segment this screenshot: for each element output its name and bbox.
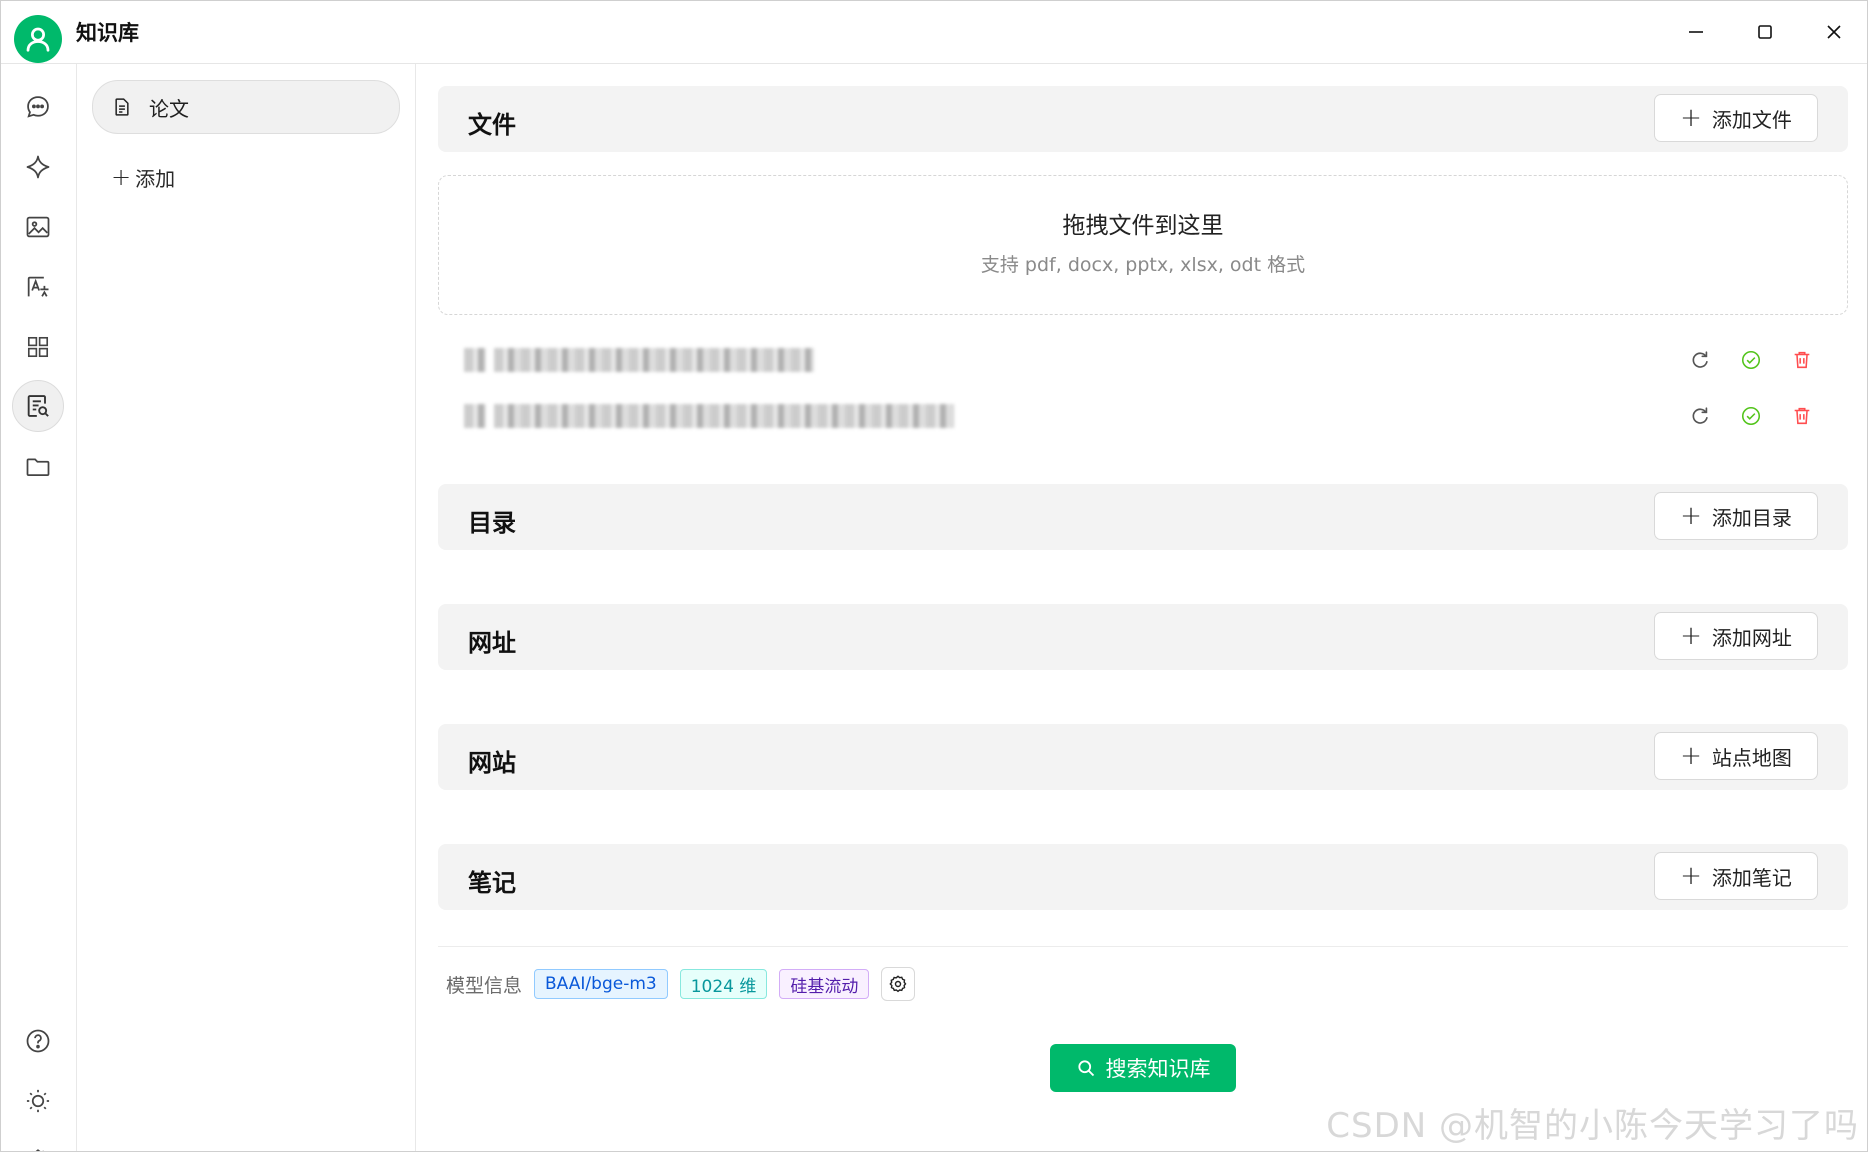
document-icon <box>111 96 133 118</box>
divider <box>438 946 1848 947</box>
user-avatar-icon[interactable] <box>14 15 62 63</box>
app-window: 知识库 论文 + 添加 文件 + 添加文件 拖拽文件到这里 支持 pdf, do… <box>0 0 1868 1152</box>
gear-icon <box>889 975 907 993</box>
close-icon <box>1827 25 1841 39</box>
app-title: 知识库 <box>76 21 139 45</box>
dimension-tag: 1024 维 <box>679 969 768 999</box>
add-url-button[interactable]: + 添加网址 <box>1654 612 1818 660</box>
file-row <box>438 332 1848 388</box>
knowledge-base-list: 论文 + 添加 <box>77 64 416 1151</box>
image-icon[interactable] <box>12 201 64 253</box>
plus-icon: + <box>111 163 132 191</box>
file-dropzone[interactable]: 拖拽文件到这里 支持 pdf, docx, pptx, xlsx, odt 格式 <box>438 175 1848 315</box>
model-name-tag: BAAI/bge-m3 <box>534 969 668 999</box>
notes-section-title: 笔记 <box>468 869 516 897</box>
kb-item-label: 论文 <box>149 96 189 121</box>
theme-sun-icon[interactable] <box>12 1075 64 1127</box>
close-button[interactable] <box>1812 13 1856 51</box>
search-knowledge-base-button[interactable]: 搜索知识库 <box>1050 1044 1236 1092</box>
add-directory-label: 添加目录 <box>1711 505 1792 530</box>
files-section-header: 文件 + 添加文件 <box>438 86 1848 152</box>
watermark: CSDN @机智的小陈今天学习了吗 <box>1326 1106 1859 1146</box>
url-section-title: 网址 <box>468 629 516 657</box>
knowledge-base-icon[interactable] <box>12 380 64 432</box>
search-button-label: 搜索知识库 <box>1105 1057 1211 1081</box>
add-url-label: 添加网址 <box>1711 625 1792 650</box>
add-sitemap-button[interactable]: + 站点地图 <box>1654 732 1818 780</box>
success-check-icon <box>1737 346 1765 374</box>
model-info-label: 模型信息 <box>446 974 523 997</box>
file-row <box>438 388 1848 444</box>
model-settings-button[interactable] <box>881 967 916 1001</box>
main-content: 文件 + 添加文件 拖拽文件到这里 支持 pdf, docx, pptx, xl… <box>416 64 1867 1151</box>
plus-icon: + <box>1680 103 1702 133</box>
kb-item-papers[interactable]: 论文 <box>92 80 400 134</box>
success-check-icon <box>1737 402 1765 430</box>
add-note-label: 添加笔记 <box>1711 865 1792 890</box>
add-kb-button[interactable]: + 添加 <box>111 160 175 194</box>
translate-icon[interactable] <box>12 261 64 313</box>
add-sitemap-label: 站点地图 <box>1711 745 1792 770</box>
url-section-header: 网址 + 添加网址 <box>438 604 1848 670</box>
plus-icon: + <box>1680 621 1702 651</box>
add-file-label: 添加文件 <box>1711 107 1792 132</box>
chat-icon[interactable] <box>12 81 64 133</box>
plus-icon: + <box>1680 501 1702 531</box>
files-section-title: 文件 <box>468 111 516 139</box>
delete-trash-icon[interactable] <box>1788 402 1816 430</box>
provider-tag: 硅基流动 <box>779 969 870 999</box>
add-note-button[interactable]: + 添加笔记 <box>1654 852 1818 900</box>
add-kb-label: 添加 <box>135 166 176 191</box>
plus-icon: + <box>1680 741 1702 771</box>
search-icon <box>1076 1058 1096 1078</box>
dropzone-title: 拖拽文件到这里 <box>1062 213 1224 239</box>
maximize-button[interactable] <box>1743 13 1787 51</box>
model-info-bar: 模型信息 BAAI/bge-m3 1024 维 硅基流动 <box>446 967 916 1001</box>
sparkle-icon[interactable] <box>12 141 64 193</box>
website-section-title: 网站 <box>468 749 516 777</box>
delete-trash-icon[interactable] <box>1788 346 1816 374</box>
title-bar: 知识库 <box>1 1 1867 64</box>
directory-section-header: 目录 + 添加目录 <box>438 484 1848 550</box>
nav-rail <box>1 64 77 1151</box>
plus-icon: + <box>1680 861 1702 891</box>
directory-section-title: 目录 <box>468 509 516 537</box>
dropzone-subtitle: 支持 pdf, docx, pptx, xlsx, odt 格式 <box>980 254 1306 276</box>
minimize-button[interactable] <box>1674 13 1718 51</box>
maximize-icon <box>1758 25 1772 39</box>
notes-section-header: 笔记 + 添加笔记 <box>438 844 1848 910</box>
add-directory-button[interactable]: + 添加目录 <box>1654 492 1818 540</box>
add-file-button[interactable]: + 添加文件 <box>1654 94 1818 142</box>
settings-icon[interactable] <box>12 1135 64 1151</box>
website-section-header: 网站 + 站点地图 <box>438 724 1848 790</box>
folder-icon[interactable] <box>12 441 64 493</box>
help-icon[interactable] <box>12 1015 64 1067</box>
apps-grid-icon[interactable] <box>12 321 64 373</box>
minimize-icon <box>1689 31 1703 33</box>
reload-icon[interactable] <box>1686 346 1714 374</box>
reload-icon[interactable] <box>1686 402 1714 430</box>
